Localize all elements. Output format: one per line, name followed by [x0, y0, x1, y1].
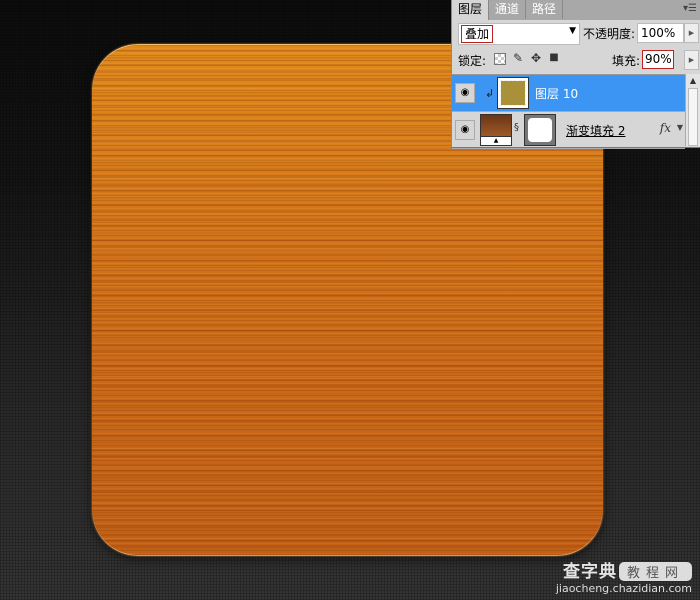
- tab-channels[interactable]: 通道: [489, 0, 527, 19]
- layer-mask-thumbnail[interactable]: [524, 114, 556, 146]
- blend-mode-value: 叠加: [461, 25, 494, 43]
- lock-transparent-icon[interactable]: [494, 53, 506, 65]
- opacity-input[interactable]: 100%: [637, 23, 684, 43]
- lock-all-icon[interactable]: ■: [547, 51, 561, 65]
- watermark-badge: 教程网: [618, 562, 692, 581]
- visibility-eye-icon[interactable]: ◉: [455, 120, 475, 140]
- lock-label: 锁定:: [458, 54, 487, 68]
- opacity-label: 不透明度:: [583, 27, 636, 41]
- layer-row[interactable]: ◉ ▲ § 渐变填充 2 fx ▼: [452, 112, 685, 149]
- blend-mode-select[interactable]: 叠加 ▼: [458, 23, 580, 45]
- expand-effects-arrow-icon[interactable]: ▼: [677, 123, 683, 132]
- link-chain-icon[interactable]: §: [514, 122, 519, 133]
- layers-scrollbar[interactable]: ▲: [685, 74, 700, 146]
- lock-paint-brush-icon[interactable]: ✎: [511, 51, 525, 65]
- gradient-fill-thumbnail: ▲: [480, 114, 512, 146]
- lock-move-icon[interactable]: ✥: [529, 51, 543, 65]
- visibility-eye-icon[interactable]: ◉: [455, 83, 475, 103]
- fill-slider-toggle[interactable]: ▶: [684, 50, 699, 70]
- layer-row[interactable]: ◉ ↲ 图层 10: [452, 75, 685, 112]
- panel-tabs: 图层 通道 路径 ▾☰: [452, 0, 700, 20]
- panel-menu-icon[interactable]: ▾☰: [683, 3, 697, 14]
- fx-icon[interactable]: fx: [660, 121, 671, 135]
- clipping-mask-arrow-icon: ↲: [485, 87, 495, 100]
- tab-layers[interactable]: 图层: [452, 0, 490, 20]
- layer-name[interactable]: 图层 10: [535, 85, 578, 102]
- layers-panel: 图层 通道 路径 ▾☰ 叠加 ▼ 不透明度: 100% ▶ 锁定: ✎ ✥ ■ …: [451, 0, 700, 149]
- scroll-thumb[interactable]: [688, 88, 698, 146]
- layers-list: ◉ ↲ 图层 10 ◉ ▲ § 渐变填充 2 fx ▼: [452, 74, 685, 149]
- dropdown-arrow-icon: ▼: [569, 26, 576, 36]
- layer-name[interactable]: 渐变填充 2: [566, 122, 625, 139]
- watermark-url: jiaocheng.chazidian.com: [555, 582, 692, 595]
- fill-input[interactable]: 90%: [642, 50, 674, 69]
- watermark-brand: 查字典: [562, 562, 617, 582]
- scroll-up-arrow-icon[interactable]: ▲: [686, 76, 700, 85]
- watermark: 查字典 教程网 jiaocheng.chazidian.com: [556, 557, 692, 595]
- opacity-slider-toggle[interactable]: ▶: [684, 23, 699, 43]
- tab-paths[interactable]: 路径: [526, 0, 564, 19]
- fill-label: 填充:: [612, 54, 641, 68]
- layer-thumbnail: [497, 77, 529, 109]
